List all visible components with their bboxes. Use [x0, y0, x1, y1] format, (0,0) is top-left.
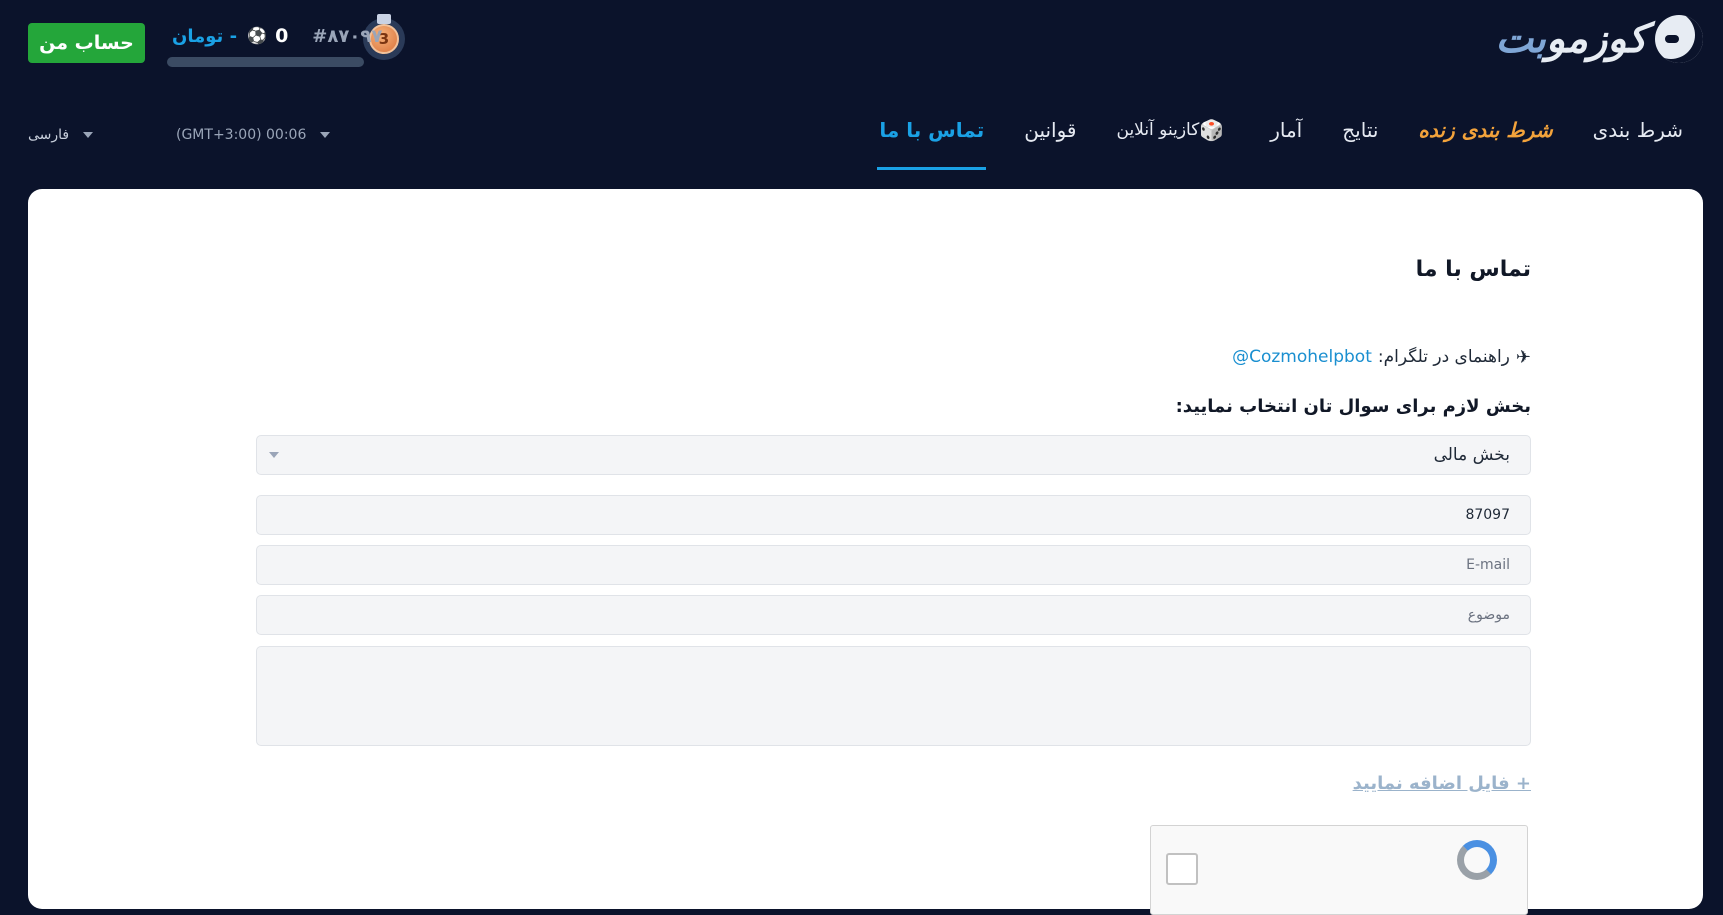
recaptcha-checkbox[interactable] — [1166, 853, 1198, 885]
level-progress-bar — [167, 57, 364, 67]
contact-form: تماس با ما ✈ راهنمای در تلگرام: @Cozmohe… — [256, 189, 1531, 915]
nav-item-betting[interactable]: شرط بندی — [1573, 90, 1703, 170]
logo-astronaut-icon — [1655, 15, 1703, 63]
recaptcha-logo-icon — [1457, 840, 1497, 880]
nav-item-rules[interactable]: قوانین — [1004, 90, 1096, 170]
nav-item-label: آمار — [1270, 118, 1303, 142]
timezone-value: (GMT+3:00) 00:06 — [176, 127, 307, 143]
nav-item-label: شرط بندی — [1592, 118, 1683, 142]
logo-text: کوزموبت — [1495, 16, 1648, 62]
page-title: تماس با ما — [1415, 257, 1531, 282]
nav-item-label: قوانین — [1024, 118, 1077, 142]
balance[interactable]: تومان - ⚽ 0 #۸۷۰۹۷ — [172, 22, 382, 50]
telegram-plane-icon: ✈ — [1515, 346, 1531, 368]
main-nav: شرط بندی شرط بندی زنده نتایج آمار 🎲 کازی… — [859, 90, 1703, 170]
nav-item-label: کازینو آنلاین — [1116, 120, 1200, 140]
nav-item-live-betting[interactable]: شرط بندی زنده — [1398, 90, 1572, 170]
section-select[interactable]: بخش مالی — [256, 435, 1531, 475]
telegram-help: ✈ راهنمای در تلگرام: @Cozmohelpbot — [1232, 344, 1531, 370]
logo-text-accent: بت — [1495, 16, 1546, 62]
section-selected-value: بخش مالی — [1433, 445, 1510, 465]
my-account-button[interactable]: حساب من — [28, 23, 145, 63]
dice-icon: 🎲 — [1199, 118, 1225, 142]
nav-item-results[interactable]: نتایج — [1322, 90, 1398, 170]
telegram-link[interactable]: @Cozmohelpbot — [1232, 347, 1372, 367]
user-id: #۸۷۰۹۷ — [312, 25, 383, 47]
nav-item-statistics[interactable]: آمار — [1250, 90, 1322, 170]
soccer-ball-icon: ⚽ — [247, 26, 267, 45]
user-id-field[interactable] — [256, 495, 1531, 535]
logo-text-main: کوزمو — [1545, 16, 1648, 62]
nav-item-contact-us[interactable]: تماس با ما — [859, 90, 1004, 170]
top-bar: کوزموبت 3 تومان - ⚽ 0 #۸۷۰۹۷ حساب من — [0, 0, 1723, 90]
timezone-select[interactable]: (GMT+3:00) 00:06 — [176, 124, 331, 146]
nav-item-label: تماس با ما — [879, 118, 985, 142]
chevron-down-icon — [320, 132, 331, 138]
subject-field[interactable] — [256, 595, 1531, 635]
email-field[interactable] — [256, 545, 1531, 585]
recaptcha-widget — [1150, 825, 1528, 915]
balance-currency: تومان - — [172, 25, 238, 47]
language-select[interactable]: فارسی — [28, 124, 94, 146]
section-label: بخش لازم برای سوال تان انتخاب نمایید: — [1175, 396, 1531, 417]
balance-amount: 0 — [275, 25, 289, 47]
chevron-down-icon — [269, 452, 279, 458]
chevron-down-icon — [83, 132, 94, 138]
site-logo[interactable]: کوزموبت — [1495, 14, 1703, 64]
add-file-link[interactable]: + فایل اضافه نمایید — [1353, 773, 1531, 794]
nav-item-label: شرط بندی زنده — [1418, 118, 1553, 142]
message-textarea[interactable] — [256, 646, 1531, 746]
nav-item-online-casino[interactable]: 🎲 کازینو آنلاین — [1097, 90, 1251, 170]
language-value: فارسی — [28, 127, 70, 143]
telegram-label: راهنمای در تلگرام: — [1377, 347, 1510, 367]
content-card: تماس با ما ✈ راهنمای در تلگرام: @Cozmohe… — [28, 189, 1703, 915]
nav-item-label: نتایج — [1342, 118, 1379, 142]
